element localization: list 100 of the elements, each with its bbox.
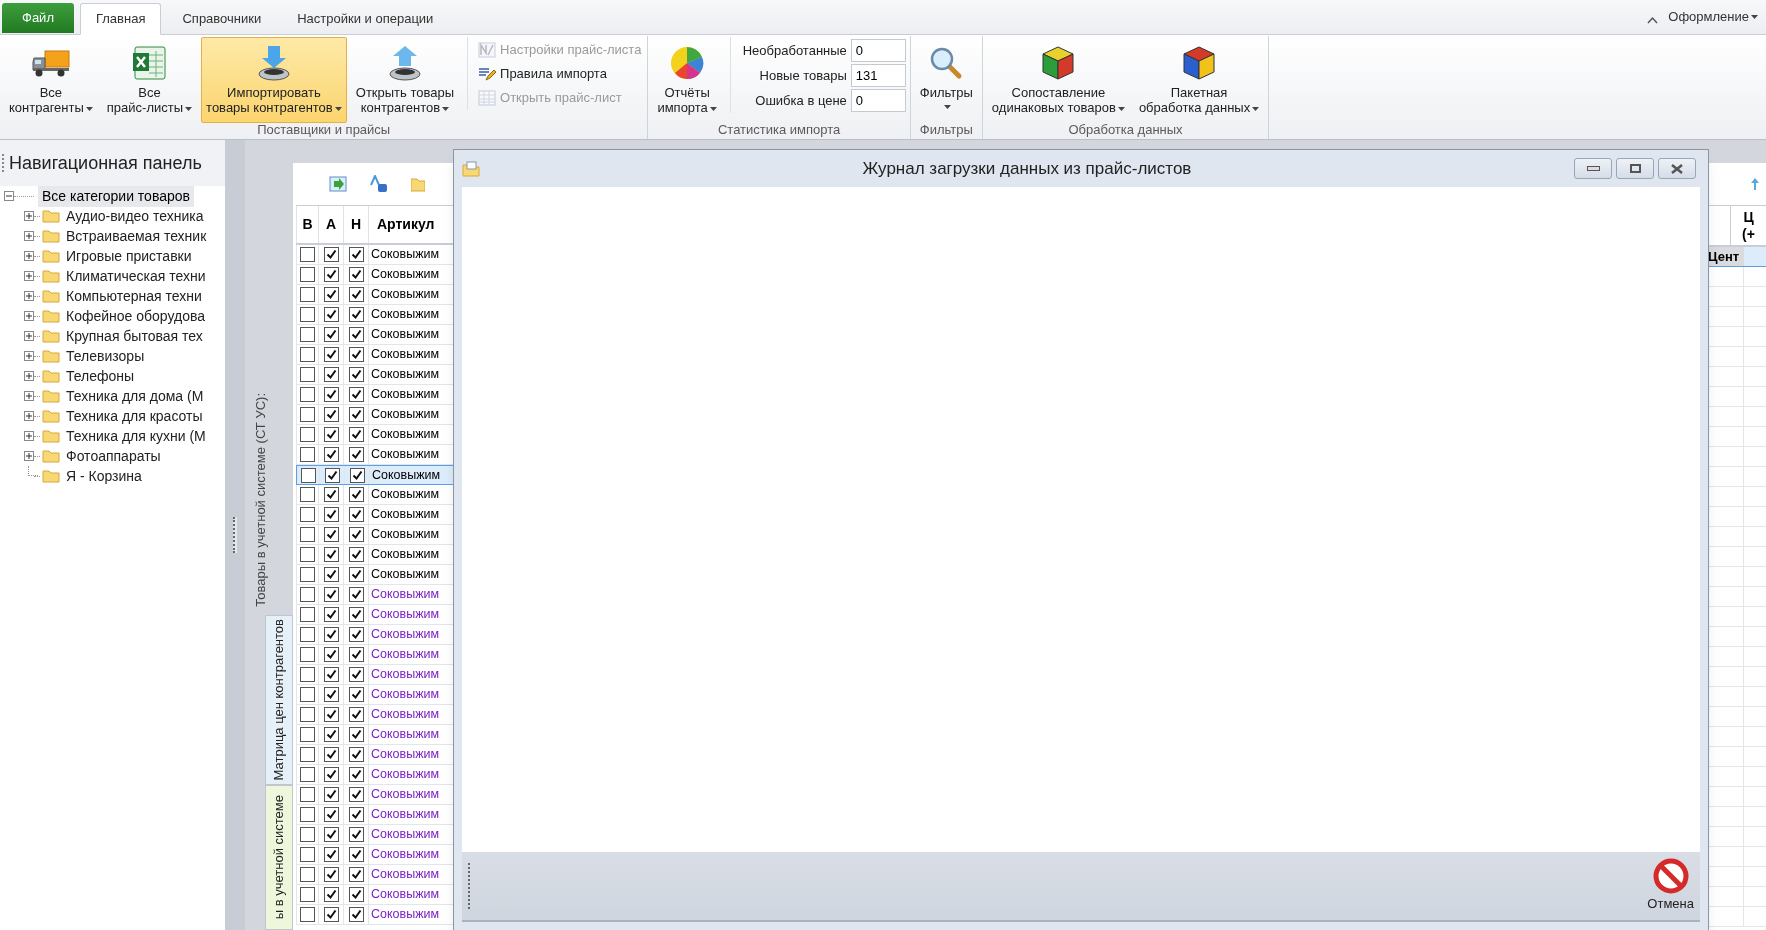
file-tab[interactable]: Файл [2,3,74,33]
checkbox[interactable] [323,527,339,542]
checkbox[interactable] [348,787,364,802]
close-button[interactable] [1658,158,1696,179]
expand-icon[interactable] [24,351,34,361]
checkbox[interactable] [323,267,339,282]
checkbox[interactable] [348,447,364,462]
tree-item[interactable]: Компьютерная техни [66,285,202,307]
checkbox[interactable] [348,827,364,842]
checkbox[interactable] [348,247,364,262]
checkbox[interactable] [348,727,364,742]
checkbox[interactable] [348,347,364,362]
expand-icon[interactable] [24,271,34,281]
checkbox[interactable] [348,567,364,582]
checkbox[interactable] [323,287,339,302]
checkbox[interactable] [300,827,315,842]
checkbox[interactable] [300,347,315,362]
checkbox[interactable] [300,267,315,282]
checkbox[interactable] [300,807,315,822]
checkbox[interactable] [323,447,339,462]
expand-icon[interactable] [24,291,34,301]
ribbon-button[interactable]: Отчёты импорта [652,37,722,123]
checkbox[interactable] [300,487,315,502]
checkbox[interactable] [300,547,315,562]
checkbox[interactable] [300,607,315,622]
checkbox[interactable] [348,907,364,922]
checkbox[interactable] [300,527,315,542]
checkbox[interactable] [300,747,315,762]
expand-icon[interactable] [24,231,34,241]
checkbox[interactable] [323,667,339,682]
checkbox[interactable] [348,407,364,422]
checkbox[interactable] [300,847,315,862]
tree-item[interactable]: Встраиваемая техник [66,225,207,247]
ribbon-button[interactable]: Фильтры [914,37,978,123]
checkbox[interactable] [323,847,339,862]
checkbox[interactable] [300,567,315,582]
cancel-button[interactable]: Отмена [1647,858,1694,914]
expand-icon[interactable] [24,371,34,381]
checkbox[interactable] [300,427,315,442]
checkbox[interactable] [300,307,315,322]
checkbox[interactable] [323,767,339,782]
checkbox[interactable] [323,627,339,642]
checkbox[interactable] [323,827,339,842]
stat-field[interactable]: 0 [850,89,906,112]
ribbon-button[interactable]: Пакетная обработка данных [1133,37,1265,123]
collapse-ribbon-icon[interactable] [1647,16,1659,24]
column-header[interactable]: Н [344,206,369,243]
checkbox[interactable] [323,507,339,522]
ribbon-button[interactable]: Все прайс-листы [101,37,198,123]
side-tab[interactable]: ы в учетной системе [265,785,293,930]
expand-icon[interactable] [24,331,34,341]
tree-item[interactable]: Все категории товаров [38,185,194,207]
checkbox[interactable] [348,707,364,722]
ribbon-button[interactable]: Импортировать товары контрагентов [201,37,347,123]
checkbox[interactable] [323,807,339,822]
checkbox[interactable] [348,507,364,522]
checkbox[interactable] [323,747,339,762]
checkbox[interactable] [324,467,340,483]
checkbox[interactable] [323,407,339,422]
checkbox[interactable] [323,387,339,402]
checkbox[interactable] [348,887,364,902]
checkbox[interactable] [348,767,364,782]
tree-item[interactable]: Фотоаппараты [66,445,161,467]
checkbox[interactable] [300,587,315,602]
checkbox[interactable] [348,687,364,702]
checkbox[interactable] [301,467,316,483]
checkbox[interactable] [300,407,315,422]
checkbox[interactable] [348,527,364,542]
checkbox[interactable] [323,647,339,662]
expand-icon[interactable] [24,211,34,221]
checkbox[interactable] [348,267,364,282]
checkbox[interactable] [300,907,315,922]
column-header[interactable]: В [296,206,319,243]
stat-field[interactable]: 131 [850,64,906,87]
splitter-grip-icon[interactable] [233,517,237,553]
checkbox[interactable] [300,707,315,722]
checkbox[interactable] [348,367,364,382]
checkbox[interactable] [323,787,339,802]
checkbox[interactable] [348,487,364,502]
ribbon-tab[interactable]: Справочники [167,3,277,34]
checkbox[interactable] [323,707,339,722]
checkbox[interactable] [323,587,339,602]
checkbox[interactable] [348,287,364,302]
checkbox[interactable] [323,607,339,622]
tree-item[interactable]: Техника для кухни (М [66,425,206,447]
checkbox[interactable] [300,887,315,902]
checkbox[interactable] [348,607,364,622]
checkbox[interactable] [323,487,339,502]
ribbon-tab[interactable]: Главная [79,3,162,35]
checkbox[interactable] [300,327,315,342]
checkbox[interactable] [300,507,315,522]
checkbox[interactable] [323,567,339,582]
collapse-icon[interactable] [4,191,14,201]
expand-icon[interactable] [24,431,34,441]
checkbox[interactable] [323,867,339,882]
expand-icon[interactable] [24,411,34,421]
column-header[interactable]: Ц [1743,208,1754,226]
maximize-button[interactable] [1616,158,1654,179]
ribbon-small-button[interactable]: Правила импорта [476,62,644,86]
export-icon[interactable] [329,176,347,192]
